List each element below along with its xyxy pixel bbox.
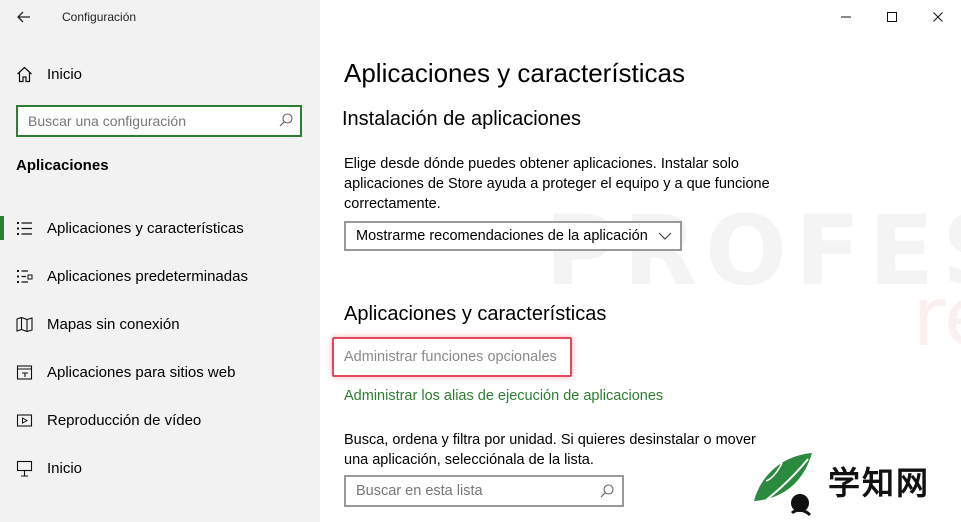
app-list-search-input[interactable] [346,483,606,499]
website-app-icon [16,364,33,381]
map-icon [16,316,33,333]
apps-heading: Aplicaciones y características [344,303,607,325]
install-source-value: Mostrarme recomendaciones de la aplicaci… [356,228,648,244]
sidebar-item-label: Aplicaciones para sitios web [47,363,236,381]
sidebar-nav: Aplicaciones y características Aplicacio… [0,204,320,492]
optional-features-link[interactable]: Administrar funciones opcionales [332,337,572,377]
main-content: PROFESIONAL review Aplicaciones y caract… [320,0,961,522]
back-button[interactable] [12,6,36,28]
install-source-dropdown[interactable]: Mostrarme recomendaciones de la aplicaci… [344,221,682,251]
sidebar-item-apps-websites[interactable]: Aplicaciones para sitios web [0,348,320,396]
startup-icon [16,460,33,477]
close-button[interactable] [915,0,961,34]
sidebar: Configuración Inicio Aplicaciones Aplica… [0,0,320,522]
window-title: Configuración [62,10,137,24]
optional-features-label: Administrar funciones opcionales [344,349,557,365]
app-list-search [344,475,624,507]
sidebar-section-title: Aplicaciones [16,157,109,174]
sidebar-item-label: Mapas sin conexión [47,315,180,333]
minimize-button[interactable] [823,0,869,34]
sidebar-item-label: Reproducción de vídeo [47,411,202,429]
sidebar-item-label: Aplicaciones y características [47,219,244,237]
window-controls [823,0,961,34]
chevron-down-icon [658,232,672,240]
apps-list-icon [16,220,33,237]
maximize-button[interactable] [869,0,915,34]
sidebar-item-offline-maps[interactable]: Mapas sin conexión [0,300,320,348]
page-title: Aplicaciones y características [344,58,686,88]
app-alias-link[interactable]: Administrar los alias de ejecución de ap… [344,388,663,404]
sidebar-item-label: Inicio [47,459,83,477]
video-icon [16,412,33,429]
back-arrow-icon [17,11,30,23]
settings-search-input[interactable] [18,113,278,129]
sidebar-item-video-playback[interactable]: Reproducción de vídeo [0,396,320,444]
close-icon [933,12,943,22]
sidebar-home[interactable]: Inicio [16,62,82,86]
search-icon[interactable] [278,112,294,128]
settings-search [16,105,302,137]
sidebar-item-apps-features[interactable]: Aplicaciones y características [0,204,320,252]
sidebar-item-startup[interactable]: Inicio [0,444,320,492]
home-icon [17,66,32,82]
maximize-icon [887,12,897,22]
install-description: Elige desde dónde puedes obtener aplicac… [344,156,770,212]
search-icon[interactable] [599,483,615,499]
sidebar-home-label: Inicio [47,65,83,83]
minimize-icon [841,16,851,18]
install-heading: Instalación de aplicaciones [342,108,582,130]
default-apps-icon [16,268,33,285]
sidebar-item-label: Aplicaciones predeterminadas [47,267,248,285]
watermark-brand-bottom: review [912,270,961,365]
apps-description: Busca, ordena y filtra por unidad. Si qu… [344,432,756,468]
sidebar-item-default-apps[interactable]: Aplicaciones predeterminadas [0,252,320,300]
